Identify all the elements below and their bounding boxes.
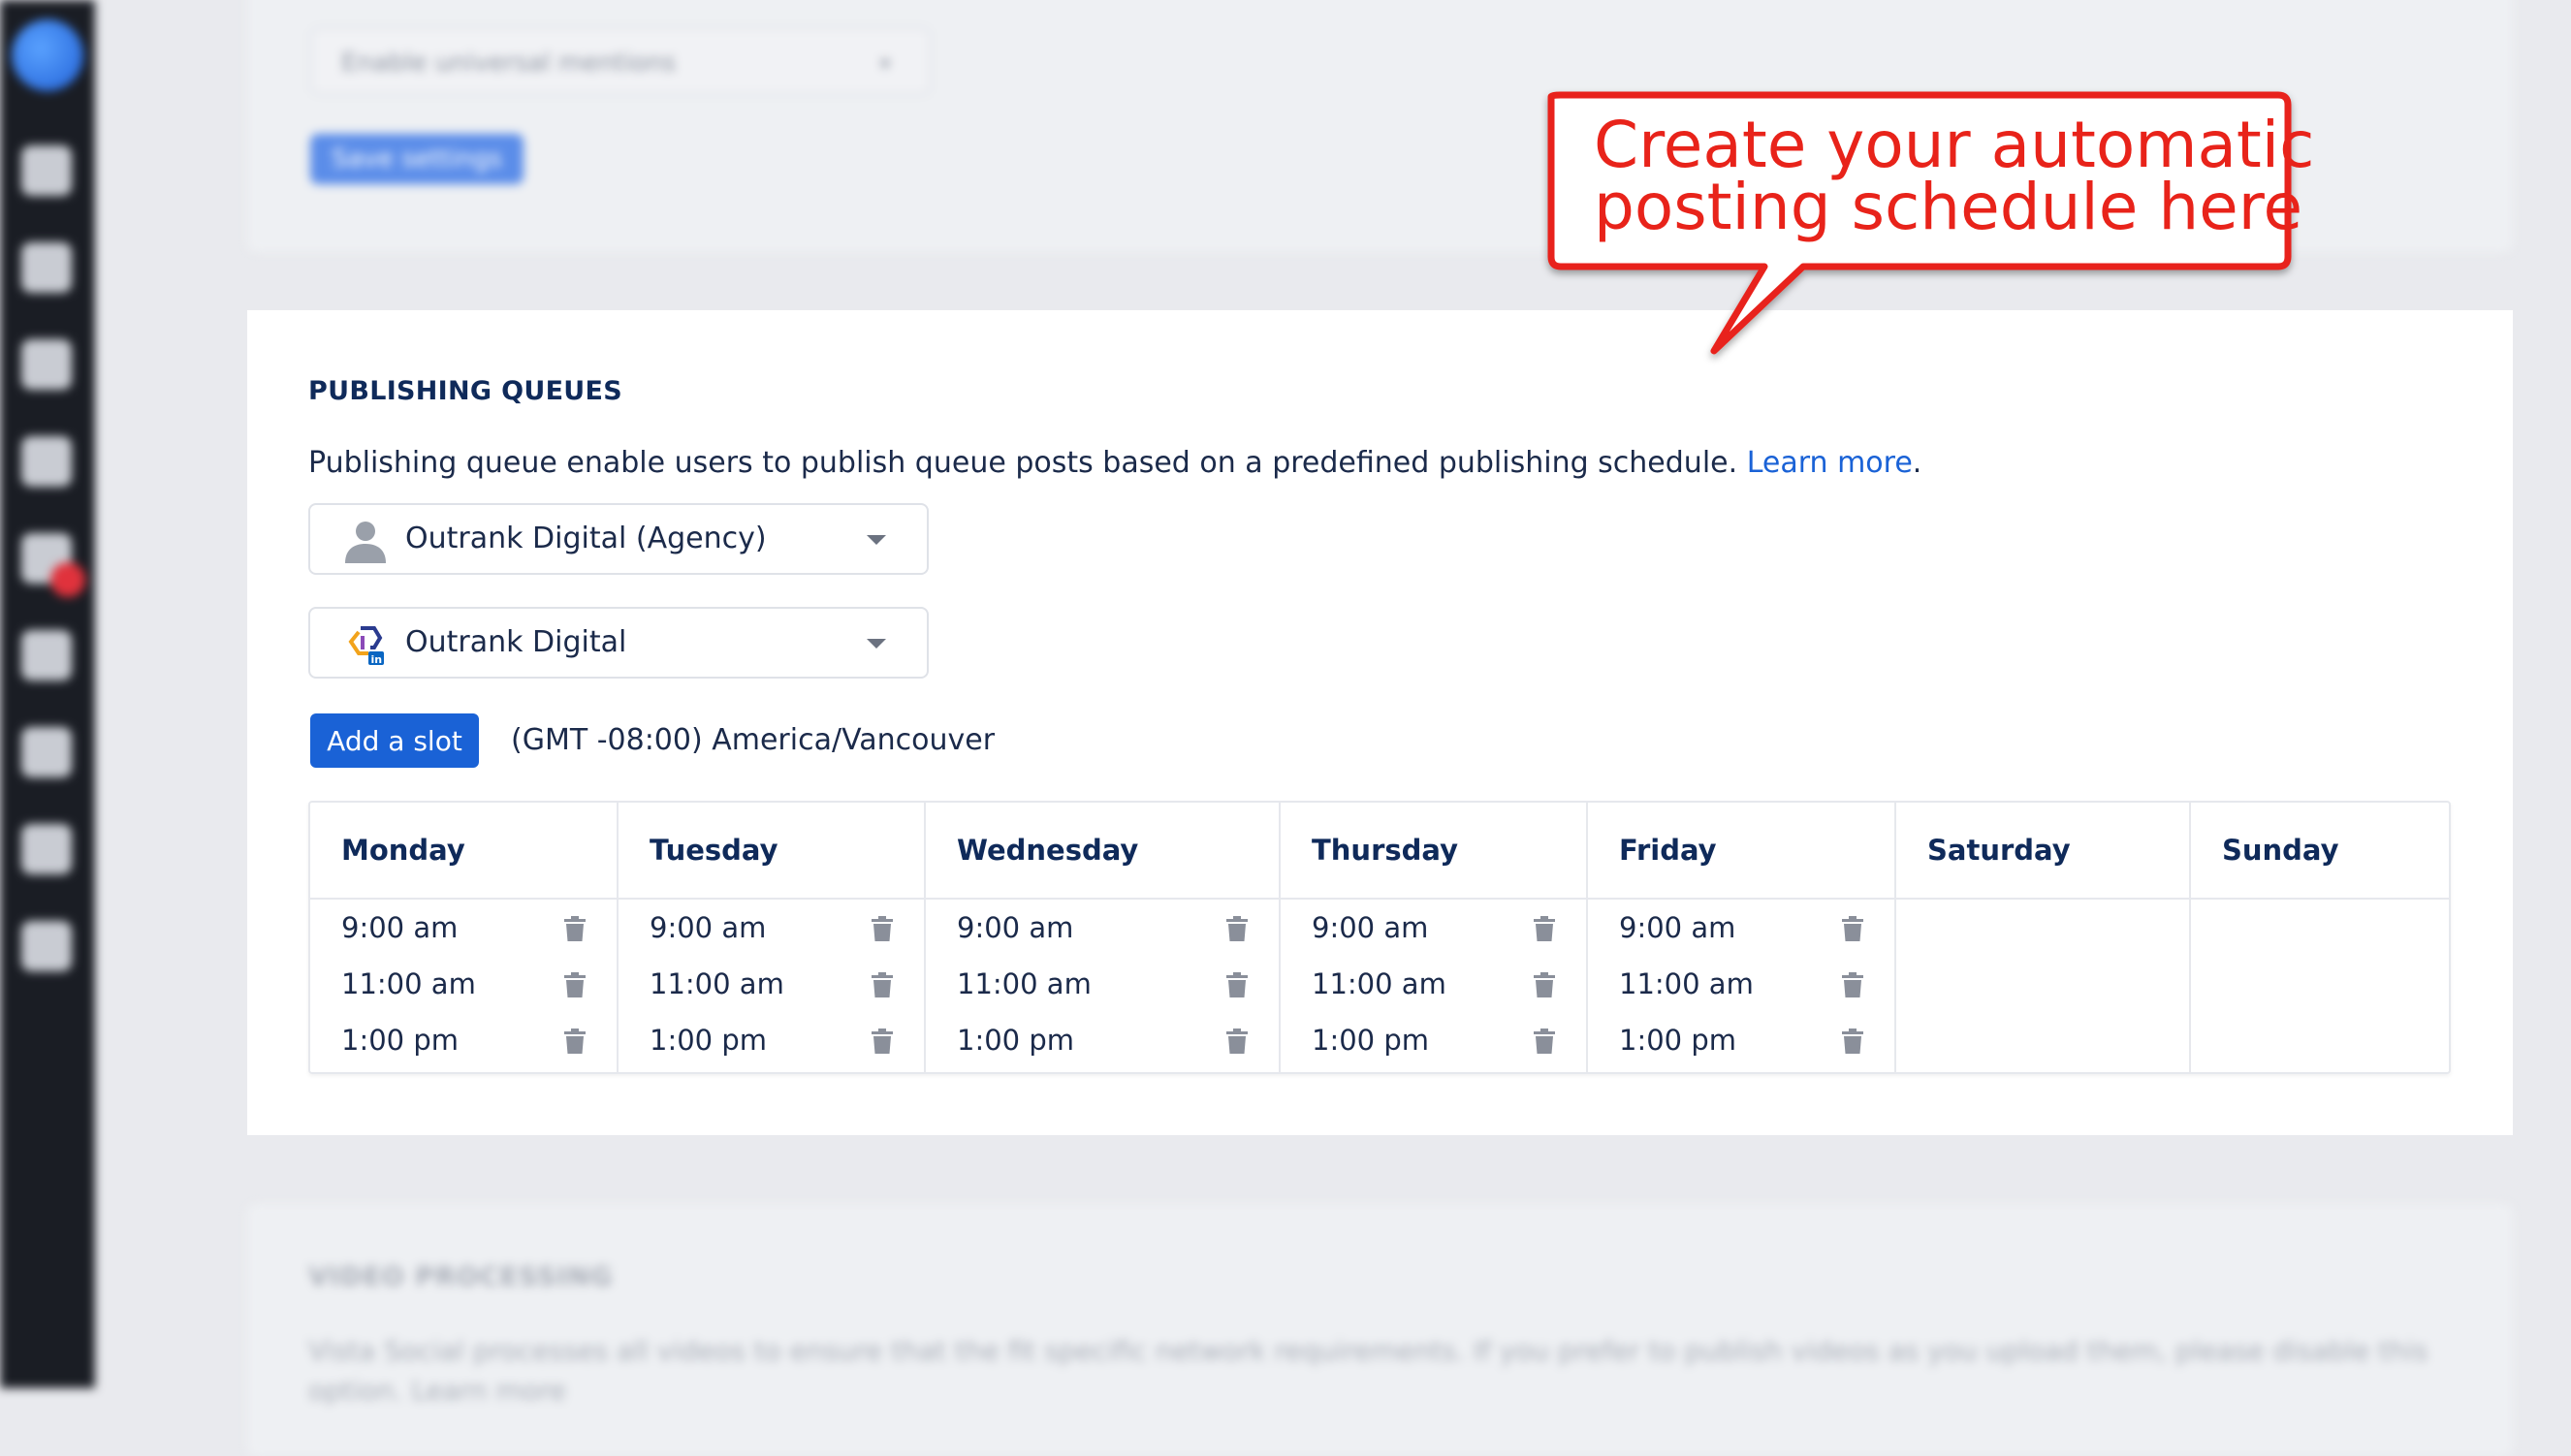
reports-icon[interactable] [21,727,72,777]
slot-time: 11:00 am [957,967,1092,1000]
day-header: Tuesday [619,803,924,900]
trash-icon[interactable] [1842,1029,1863,1054]
add-slot-button[interactable]: Add a slot [310,713,479,768]
notification-badge [50,562,85,597]
listening-icon[interactable] [21,630,72,681]
svg-text:in: in [371,653,383,666]
slot-time: 1:00 pm [1312,1024,1429,1057]
day-column-monday: Monday 9:00 am 11:00 am 1:00 pm [310,803,619,1072]
documents-icon[interactable] [21,921,72,971]
video-processing-text: Vista Social processes all videos to ens… [308,1335,2428,1367]
callout-line-2: posting schedule here [1594,170,2303,244]
slot-time: 9:00 am [341,911,459,944]
time-slot: 9:00 am [1588,900,1894,956]
slot-time: 9:00 am [1312,911,1429,944]
agency-select-value: Outrank Digital (Agency) [405,522,767,555]
universal-mentions-select[interactable]: Enable universal mentions ▾ [310,27,931,95]
weekly-schedule: Monday 9:00 am 11:00 am 1:00 pm Tuesday … [308,801,2451,1074]
trash-icon[interactable] [1534,916,1555,941]
sidebar [0,0,95,1388]
time-slot: 11:00 am [619,956,924,1012]
day-header: Friday [1588,803,1894,900]
time-slot: 11:00 am [1588,956,1894,1012]
inbox-icon[interactable] [21,436,72,487]
home-icon[interactable] [21,145,72,196]
time-slot: 9:00 am [619,900,924,956]
day-header: Wednesday [926,803,1279,900]
time-slot: 1:00 pm [1588,1012,1894,1068]
time-slot: 9:00 am [1281,900,1586,956]
learn-more-link[interactable]: Learn more [1747,446,1913,480]
trash-icon[interactable] [872,916,893,941]
description-period: . [1912,446,1922,480]
trash-icon[interactable] [1842,916,1863,941]
time-slot: 9:00 am [310,900,617,956]
video-processing-text-2: option. Learn more [308,1375,567,1407]
trash-icon[interactable] [872,1029,893,1054]
trash-icon[interactable] [1534,972,1555,997]
slot-time: 9:00 am [957,911,1074,944]
section-description: Publishing queue enable users to publish… [308,446,1921,480]
trash-icon[interactable] [1226,1029,1248,1054]
publish-icon[interactable] [21,242,72,293]
time-slot: 1:00 pm [619,1012,924,1068]
time-slot: 9:00 am [926,900,1279,956]
slot-time: 11:00 am [341,967,476,1000]
video-processing-card [247,1204,2513,1456]
tools-icon[interactable] [21,824,72,874]
linkedin-profile-icon: in [348,626,384,666]
slot-time: 1:00 pm [650,1024,767,1057]
day-header: Monday [310,803,617,900]
trash-icon[interactable] [1534,1029,1555,1054]
chevron-down-icon [867,639,886,649]
day-header: Saturday [1896,803,2189,900]
slot-time: 9:00 am [1619,911,1736,944]
slot-time: 11:00 am [1619,967,1754,1000]
trash-icon[interactable] [1226,916,1248,941]
trash-icon[interactable] [564,916,586,941]
time-slot: 11:00 am [1281,956,1586,1012]
trash-icon[interactable] [564,972,586,997]
day-column-sunday: Sunday [2191,803,2449,1072]
chevron-down-icon [867,535,886,545]
time-slot: 11:00 am [926,956,1279,1012]
save-settings-button[interactable]: Save settings [310,134,524,184]
slot-time: 1:00 pm [1619,1024,1736,1057]
profile-select[interactable]: in Outrank Digital [308,607,929,679]
profile-select-value: Outrank Digital [405,625,627,659]
description-text: Publishing queue enable users to publish… [308,446,1738,480]
slot-time: 1:00 pm [957,1024,1074,1057]
day-column-wednesday: Wednesday 9:00 am 11:00 am 1:00 pm [926,803,1281,1072]
trash-icon[interactable] [1226,972,1248,997]
day-header: Sunday [2191,803,2449,900]
day-column-thursday: Thursday 9:00 am 11:00 am 1:00 pm [1281,803,1588,1072]
day-column-friday: Friday 9:00 am 11:00 am 1:00 pm [1588,803,1896,1072]
time-slot: 1:00 pm [310,1012,617,1068]
day-column-tuesday: Tuesday 9:00 am 11:00 am 1:00 pm [619,803,926,1072]
agency-select[interactable]: Outrank Digital (Agency) [308,503,929,575]
timezone-label: (GMT -08:00) America/Vancouver [511,723,996,757]
calendar-icon[interactable] [21,339,72,390]
video-processing-heading: VIDEO PROCESSING [308,1262,614,1292]
callout-line-1: Create your automatic [1594,108,2315,182]
day-column-saturday: Saturday [1896,803,2191,1072]
select-value: Enable universal mentions [341,48,677,78]
trash-icon[interactable] [872,972,893,997]
slot-time: 1:00 pm [341,1024,459,1057]
section-heading: PUBLISHING QUEUES [308,376,623,406]
slot-time: 11:00 am [1312,967,1446,1000]
app-logo[interactable] [12,19,83,91]
chevron-down-icon: ▾ [879,51,890,75]
time-slot: 1:00 pm [1281,1012,1586,1068]
slot-time: 11:00 am [650,967,784,1000]
trash-icon[interactable] [1842,972,1863,997]
time-slot: 1:00 pm [926,1012,1279,1068]
time-slot: 11:00 am [310,956,617,1012]
user-icon [345,522,386,563]
callout-text: Create your automatic posting schedule h… [1594,108,2315,244]
day-header: Thursday [1281,803,1586,900]
slot-time: 9:00 am [650,911,767,944]
trash-icon[interactable] [564,1029,586,1054]
